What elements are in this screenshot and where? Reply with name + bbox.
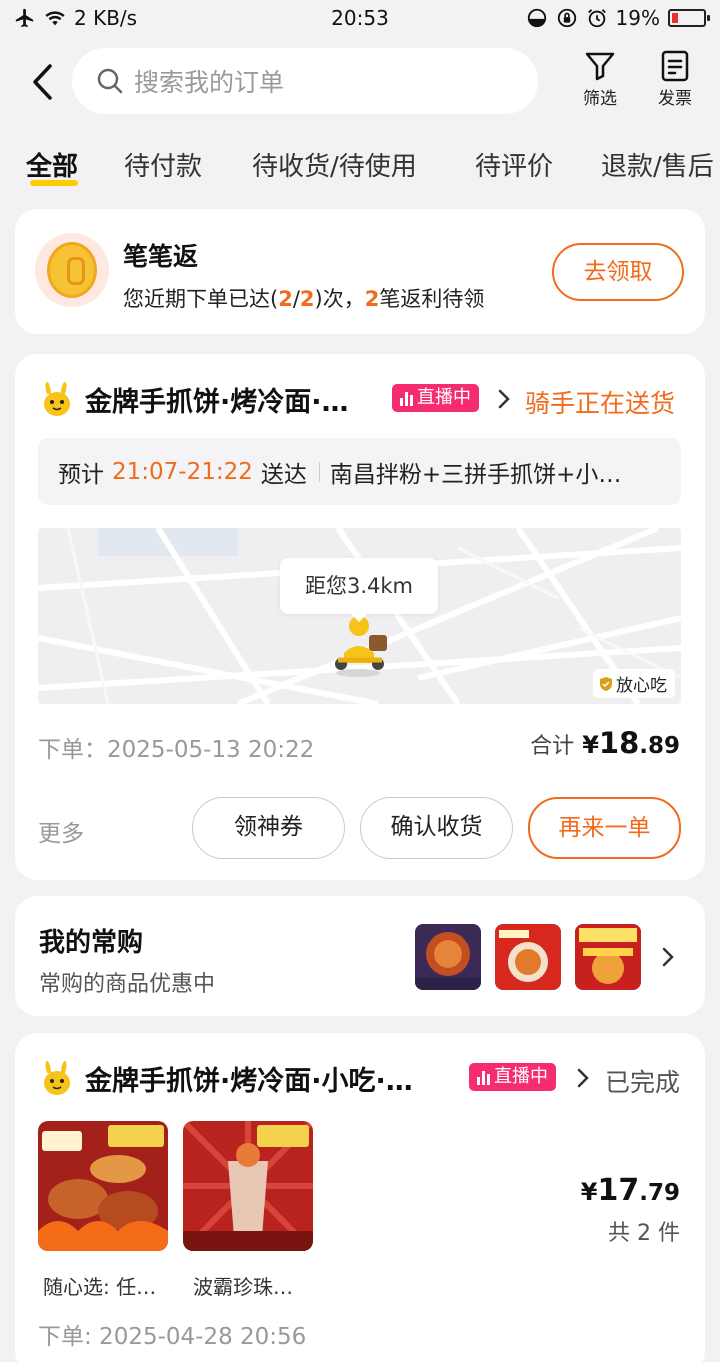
invoice-icon (661, 50, 689, 82)
tab-pending-delivery[interactable]: 待收货/待使用 (252, 146, 417, 183)
order-time: 下单: 2025-04-28 20:56 (38, 1324, 307, 1350)
frequent-product-thumbnail[interactable] (575, 924, 641, 990)
eta-bar[interactable]: 预计 21:07-21:22 送达 南昌拌粉+三拼手抓饼+小… (38, 438, 681, 505)
battery-percent: 19% (615, 6, 660, 30)
tab-refund[interactable]: 退款/售后 (601, 146, 714, 183)
order-total: 合计 ¥18.89 (530, 726, 680, 760)
reorder-button[interactable]: 再来一单 (528, 797, 681, 859)
order-time: 下单：2025-05-13 20:22 (38, 737, 315, 763)
confirm-receipt-button[interactable]: 确认收货 (360, 797, 513, 859)
chevron-right-icon[interactable] (497, 388, 511, 410)
invoice-button[interactable]: 发票 (645, 50, 705, 109)
frequent-purchases-card[interactable]: 我的常购 常购的商品优惠中 (15, 896, 705, 1016)
back-arrow-icon[interactable] (26, 62, 60, 102)
store-name[interactable]: 金牌手抓饼·烤冷面·小吃·… (85, 1059, 413, 1098)
header: 搜索我的订单 筛选 发票 (0, 44, 720, 120)
chevron-right-icon[interactable] (576, 1067, 590, 1089)
live-bars-icon (400, 390, 413, 406)
product-image[interactable] (38, 1121, 168, 1251)
live-badge: 直播中 (469, 1063, 556, 1091)
rotation-lock-icon (557, 8, 576, 28)
frequent-product-thumbnail[interactable] (415, 924, 481, 990)
order-price: ¥17.79 (580, 1173, 680, 1208)
search-placeholder: 搜索我的订单 (134, 68, 285, 97)
order-status: 骑手正在送货 (525, 389, 676, 418)
tab-all[interactable]: 全部 (26, 146, 78, 183)
live-badge: 直播中 (392, 384, 479, 412)
safe-eat-tag: 放心吃 (593, 669, 675, 698)
product-label: 波霸珍珠… (193, 1275, 293, 1299)
product-image[interactable] (183, 1121, 313, 1251)
delivery-map[interactable]: 距您3.4km 放心吃 (38, 528, 681, 704)
active-tab-indicator (30, 180, 78, 186)
search-icon (97, 68, 123, 94)
store-logo-icon (44, 382, 70, 416)
tab-pending-review[interactable]: 待评价 (475, 146, 553, 183)
filter-label: 筛选 (583, 89, 617, 109)
order-status: 已完成 (605, 1068, 681, 1097)
status-bar: 2 KB/s 20:53 19% (0, 0, 720, 38)
store-name[interactable]: 金牌手抓饼·烤冷面·… (85, 380, 349, 419)
tab-pending-payment[interactable]: 待付款 (124, 146, 202, 183)
order-items: 南昌拌粉+三拼手抓饼+小… (329, 461, 622, 488)
more-button[interactable]: 更多 (38, 814, 84, 848)
do-not-disturb-icon (527, 8, 546, 28)
search-input[interactable]: 搜索我的订单 (72, 48, 538, 114)
coin-icon (35, 233, 109, 307)
item-count: 共 2 件 (608, 1221, 680, 1246)
cashback-card: 笔笔返 您近期下单已达(2/2)次，2笔返利待领 去领取 (15, 209, 705, 334)
alarm-icon (587, 9, 606, 28)
store-logo-icon (44, 1061, 70, 1095)
product-label: 随心选: 任… (43, 1275, 157, 1299)
battery-icon (668, 9, 710, 27)
get-coupon-button[interactable]: 领神券 (192, 797, 345, 859)
chevron-right-icon[interactable] (661, 946, 675, 968)
filter-icon (585, 52, 615, 81)
invoice-label: 发票 (658, 89, 692, 109)
order-tabs: 全部 待付款 待收货/待使用 待评价 退款/售后 (0, 140, 720, 192)
shield-icon (600, 676, 612, 691)
frequent-subtitle: 常购的商品优惠中 (39, 972, 216, 997)
filter-button[interactable]: 筛选 (570, 50, 630, 109)
live-bars-icon (477, 1069, 490, 1085)
order-card-delivering[interactable]: 金牌手抓饼·烤冷面·… 直播中 骑手正在送货 预计 21:07-21:22 送达… (15, 354, 705, 880)
distance-bubble: 距您3.4km (280, 558, 438, 622)
frequent-title: 我的常购 (39, 928, 144, 958)
cashback-title: 笔笔返 (123, 242, 199, 271)
order-card-completed[interactable]: 金牌手抓饼·烤冷面·小吃·… 直播中 已完成 随心选: 任… 波霸珍珠… ¥17… (15, 1033, 705, 1362)
eta-time: 21:07-21:22 (112, 458, 253, 485)
cashback-description: 您近期下单已达(2/2)次，2笔返利待领 (123, 287, 485, 311)
frequent-product-thumbnail[interactable] (495, 924, 561, 990)
claim-button[interactable]: 去领取 (552, 243, 684, 301)
